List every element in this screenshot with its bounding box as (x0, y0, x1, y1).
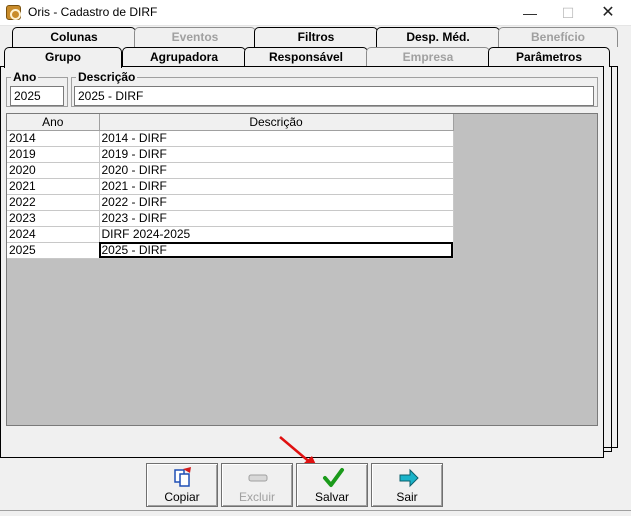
cell-descricao[interactable]: 2020 - DIRF (99, 162, 454, 179)
ano-label: Ano (13, 70, 37, 84)
descricao-field[interactable]: 2025 - DIRF (74, 86, 594, 106)
excluir-label: Excluir (238, 490, 275, 504)
cell-ano[interactable]: 2014 (7, 130, 100, 147)
tab-parametros[interactable]: Parâmetros (488, 47, 610, 67)
column-header-descricao[interactable]: Descrição (99, 114, 454, 131)
dirf-table: Ano Descrição 2014 2014 - DIRF 2019 2019 -… (7, 114, 454, 259)
table-row[interactable]: 2022 2022 - DIRF (7, 194, 454, 211)
tab-desp-med[interactable]: Desp. Méd. (376, 27, 500, 47)
tab-agrupadora[interactable]: Agrupadora (122, 47, 246, 67)
copiar-button[interactable]: Copiar (146, 463, 218, 507)
cell-descricao-selected[interactable]: 2025 - DIRF (99, 242, 454, 259)
salvar-label: Salvar (314, 490, 349, 504)
app-logo-icon (6, 5, 21, 20)
cell-ano[interactable]: 2025 (7, 242, 100, 259)
exit-arrow-icon (399, 468, 419, 488)
dirf-grid[interactable]: Ano Descrição 2014 2014 - DIRF 2019 2019 -… (6, 113, 598, 426)
checkmark-icon (323, 468, 344, 487)
column-header-ano[interactable]: Ano (7, 114, 100, 131)
sair-label: Sair (396, 490, 418, 504)
salvar-button[interactable]: Salvar (296, 463, 368, 507)
minimize-button[interactable]: — (510, 0, 550, 26)
cell-descricao[interactable]: 2014 - DIRF (99, 130, 454, 147)
table-row[interactable]: 2021 2021 - DIRF (7, 178, 454, 195)
cell-ano[interactable]: 2022 (7, 194, 100, 211)
sair-button[interactable]: Sair (371, 463, 443, 507)
delete-icon (248, 474, 268, 482)
cell-descricao[interactable]: DIRF 2024-2025 (99, 226, 454, 243)
tab-grupo[interactable]: Grupo (4, 47, 122, 68)
tab-colunas[interactable]: Colunas (12, 27, 136, 47)
ano-field[interactable]: 2025 (10, 86, 64, 106)
table-row[interactable]: 2019 2019 - DIRF (7, 146, 454, 163)
tab-responsavel[interactable]: Responsável (244, 47, 368, 67)
cell-ano[interactable]: 2023 (7, 210, 100, 227)
tab-eventos: Eventos (134, 27, 256, 47)
cell-ano[interactable]: 2020 (7, 162, 100, 179)
cell-descricao[interactable]: 2023 - DIRF (99, 210, 454, 227)
title-bar: Oris - Cadastro de DIRF — ☐ ✕ (0, 0, 631, 26)
window-title: Oris - Cadastro de DIRF (28, 5, 158, 19)
cell-ano[interactable]: 2021 (7, 178, 100, 195)
close-button[interactable]: ✕ (588, 0, 628, 26)
table-row[interactable]: 2014 2014 - DIRF (7, 130, 454, 147)
copiar-label: Copiar (164, 490, 200, 504)
descricao-label: Descrição (78, 70, 136, 84)
tab-filtros[interactable]: Filtros (254, 27, 378, 47)
cell-ano[interactable]: 2024 (7, 226, 100, 243)
cell-descricao[interactable]: 2022 - DIRF (99, 194, 454, 211)
maximize-button: ☐ (561, 5, 575, 21)
excluir-button: Excluir (221, 463, 293, 507)
table-row[interactable]: 2024 DIRF 2024-2025 (7, 226, 454, 243)
table-row[interactable]: 2023 2023 - DIRF (7, 210, 454, 227)
table-row[interactable]: 2020 2020 - DIRF (7, 162, 454, 179)
table-row-selected[interactable]: 2025 2025 - DIRF (7, 242, 454, 259)
cell-descricao[interactable]: 2019 - DIRF (99, 146, 454, 163)
bottom-divider (0, 510, 631, 511)
cell-descricao[interactable]: 2021 - DIRF (99, 178, 454, 195)
cell-ano[interactable]: 2019 (7, 146, 100, 163)
tab-beneficio: Benefício (498, 27, 618, 47)
tab-empresa: Empresa (366, 47, 490, 67)
copy-icon (174, 467, 191, 487)
